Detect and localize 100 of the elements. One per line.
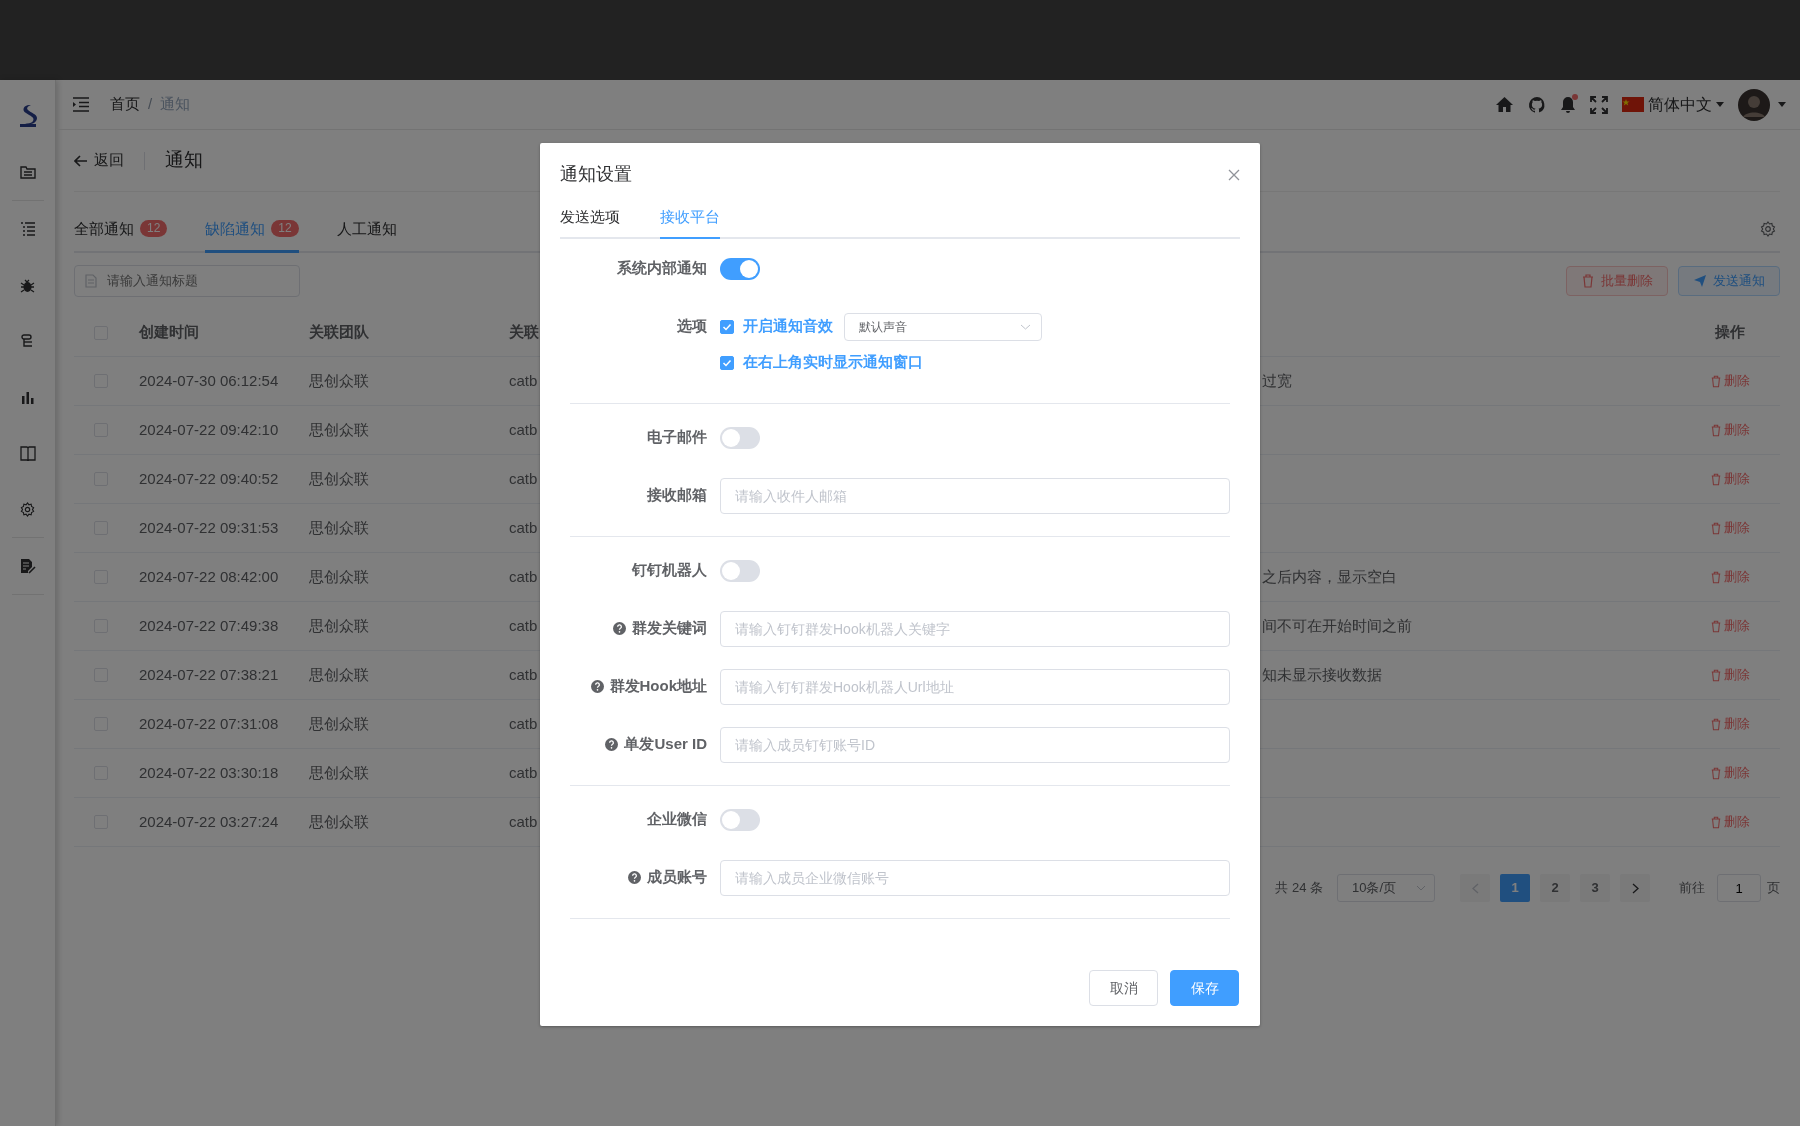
list-icon[interactable]: [19, 222, 36, 236]
book-icon[interactable]: [19, 445, 36, 461]
avatar[interactable]: [1738, 88, 1770, 121]
help-icon[interactable]: [605, 738, 619, 751]
tab[interactable]: 缺陷通知 12: [205, 217, 299, 253]
table-cell: 思创众联: [309, 665, 369, 683]
next-page-button[interactable]: [1620, 874, 1650, 902]
form-label: 成员账号: [647, 867, 707, 888]
form-label: 电子邮件: [647, 427, 707, 448]
close-icon: [1228, 168, 1240, 181]
close-button[interactable]: [1228, 168, 1240, 181]
page-title: 通知: [165, 148, 203, 173]
gear-icon[interactable]: [20, 501, 35, 517]
trash-icon: [1710, 717, 1722, 731]
input-field[interactable]: 请输入收件人邮箱: [720, 477, 1230, 514]
dialog-title: 通知设置: [560, 163, 632, 186]
cancel-button[interactable]: 取消: [1089, 970, 1158, 1006]
chevron-left-icon: [1471, 882, 1479, 894]
input-field[interactable]: 请输入钉钉群发Hook机器人关键字: [720, 610, 1230, 647]
input-field[interactable]: 请输入钉钉群发Hook机器人Url地址: [720, 668, 1230, 705]
page-button[interactable]: 3: [1580, 874, 1610, 902]
table-cell: catb: [509, 812, 538, 830]
table-cell: catb: [509, 518, 538, 536]
table-cell: 2024-07-22 09:31:53: [139, 518, 279, 536]
table-cell: 思创众联: [309, 567, 369, 585]
page-size-select[interactable]: 10条/页: [1337, 874, 1435, 902]
search-field[interactable]: 请输入通知标题: [74, 265, 300, 297]
help-icon[interactable]: [590, 680, 604, 693]
caret-icon[interactable]: [1778, 102, 1786, 107]
delete-link[interactable]: 删除: [1710, 371, 1750, 391]
table-cell: 2024-07-22 07:31:08: [139, 714, 279, 732]
home-icon[interactable]: [1495, 96, 1514, 113]
checkbox-label[interactable]: 开启通知音效: [743, 315, 833, 338]
checkbox-label[interactable]: 在右上角实时显示通知窗口: [743, 351, 923, 374]
table-cell: 2024-07-30 06:12:54: [139, 371, 279, 389]
table-cell: catb: [509, 665, 538, 683]
help-icon[interactable]: [628, 871, 641, 884]
folder-icon[interactable]: [19, 165, 36, 179]
action-button[interactable]: 批量删除: [1566, 266, 1668, 296]
table-cell: catb: [509, 567, 538, 585]
toggle-switch[interactable]: [720, 559, 760, 582]
tab[interactable]: 人工通知: [336, 217, 397, 253]
input-field[interactable]: 请输入成员钉钉账号ID: [720, 726, 1230, 763]
github-icon[interactable]: [1528, 95, 1546, 114]
delete-link[interactable]: 删除: [1710, 469, 1750, 489]
sound-select[interactable]: 默认声音: [844, 312, 1042, 341]
checkbox[interactable]: [720, 355, 734, 370]
menu-icon[interactable]: [72, 97, 90, 112]
caret-icon[interactable]: [1716, 102, 1724, 107]
language-selector[interactable]: 简体中文: [1648, 92, 1712, 117]
delete-link[interactable]: 删除: [1710, 567, 1750, 587]
column-header: 关联团队: [309, 323, 369, 341]
trash-icon: [1710, 423, 1722, 437]
bar-chart-icon[interactable]: [20, 390, 35, 404]
action-button[interactable]: 发送通知: [1678, 266, 1780, 296]
bell-icon[interactable]: [1560, 95, 1576, 114]
toggle-switch[interactable]: [720, 426, 760, 449]
fullscreen-icon[interactable]: [1590, 95, 1608, 114]
separator: /: [148, 94, 153, 115]
flag-icon[interactable]: [1622, 97, 1644, 112]
tab[interactable]: 接收平台: [660, 206, 720, 239]
page-suffix: 页: [1767, 879, 1780, 898]
send-icon: [1693, 274, 1707, 288]
table-cell: 思创众联: [309, 763, 369, 781]
breadcrumb-link[interactable]: 首页: [110, 93, 140, 116]
search-input[interactable]: 请输入通知标题: [105, 270, 275, 292]
table-cell: 思创众联: [309, 714, 369, 732]
toggle-switch[interactable]: [720, 257, 760, 280]
goto-label: 前往: [1679, 879, 1705, 898]
delete-link[interactable]: 删除: [1710, 812, 1750, 832]
table-cell: 2024-07-22 08:42:00: [139, 567, 279, 585]
tab[interactable]: 全部通知 12: [74, 217, 168, 253]
document-edit-icon[interactable]: [19, 558, 36, 574]
back-button[interactable]: 返回: [74, 149, 124, 172]
delete-link[interactable]: 删除: [1710, 616, 1750, 636]
chevron-down-icon: [1020, 323, 1031, 330]
delete-link[interactable]: 删除: [1710, 420, 1750, 440]
table-cell: 思创众联: [309, 616, 369, 634]
table-cell: 2024-07-22 09:40:52: [139, 469, 279, 487]
delete-link[interactable]: 删除: [1710, 763, 1750, 783]
input-field[interactable]: 请输入成员企业微信账号: [720, 859, 1230, 896]
delete-link[interactable]: 删除: [1710, 665, 1750, 685]
trash-icon: [1710, 815, 1722, 829]
page-button[interactable]: 1: [1500, 874, 1530, 902]
delete-link[interactable]: 删除: [1710, 714, 1750, 734]
tab[interactable]: 发送选项: [560, 206, 620, 239]
page-input[interactable]: 1: [1717, 874, 1761, 902]
trash-icon: [1710, 668, 1722, 682]
save-button[interactable]: 保存: [1170, 970, 1239, 1006]
toggle-switch[interactable]: [720, 808, 760, 831]
trash-icon: [1581, 274, 1595, 288]
delete-link[interactable]: 删除: [1710, 518, 1750, 538]
help-icon[interactable]: [613, 622, 626, 635]
column-header: 创建时间: [139, 323, 199, 341]
page-button[interactable]: 2: [1540, 874, 1570, 902]
trash-icon: [1710, 374, 1722, 388]
flow-icon[interactable]: [20, 333, 35, 349]
bug-icon[interactable]: [20, 277, 35, 293]
checkbox[interactable]: [720, 319, 734, 334]
settings-icon[interactable]: [1760, 221, 1776, 237]
